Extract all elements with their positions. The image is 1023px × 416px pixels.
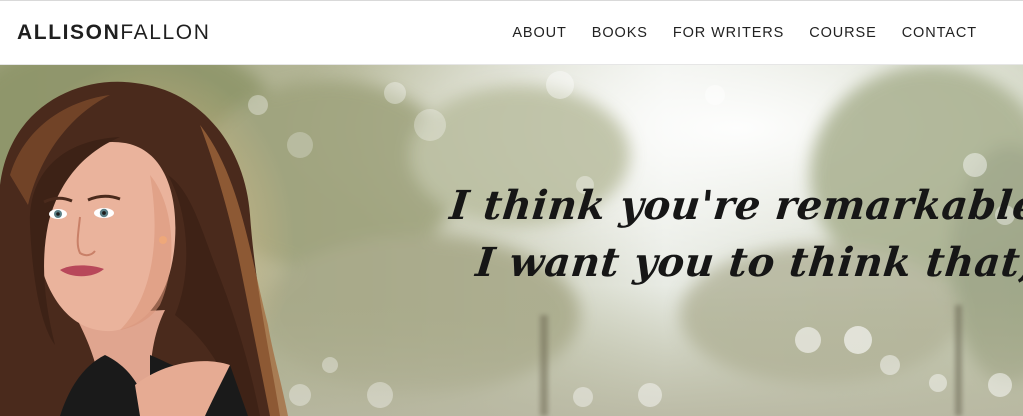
logo-first-name: ALLISON <box>17 21 121 44</box>
nav-item-for-writers[interactable]: FOR WRITERS <box>673 24 784 42</box>
site-header: ALLISONFALLON ABOUT BOOKS FOR WRITERS CO… <box>0 1 1023 65</box>
logo-last-name: FALLON <box>120 21 211 44</box>
nav-item-books[interactable]: BOOKS <box>592 24 648 42</box>
hero-photo <box>0 65 1023 416</box>
nav-item-contact[interactable]: CONTACT <box>902 24 977 42</box>
site-logo[interactable]: ALLISONFALLON <box>17 21 211 45</box>
hero-banner: I think you're remarkable and I want you… <box>0 65 1023 416</box>
nav-item-course[interactable]: COURSE <box>809 24 876 42</box>
nav-item-about[interactable]: ABOUT <box>512 24 566 42</box>
portrait <box>0 65 295 416</box>
main-nav: ABOUT BOOKS FOR WRITERS COURSE CONTACT <box>512 24 977 42</box>
